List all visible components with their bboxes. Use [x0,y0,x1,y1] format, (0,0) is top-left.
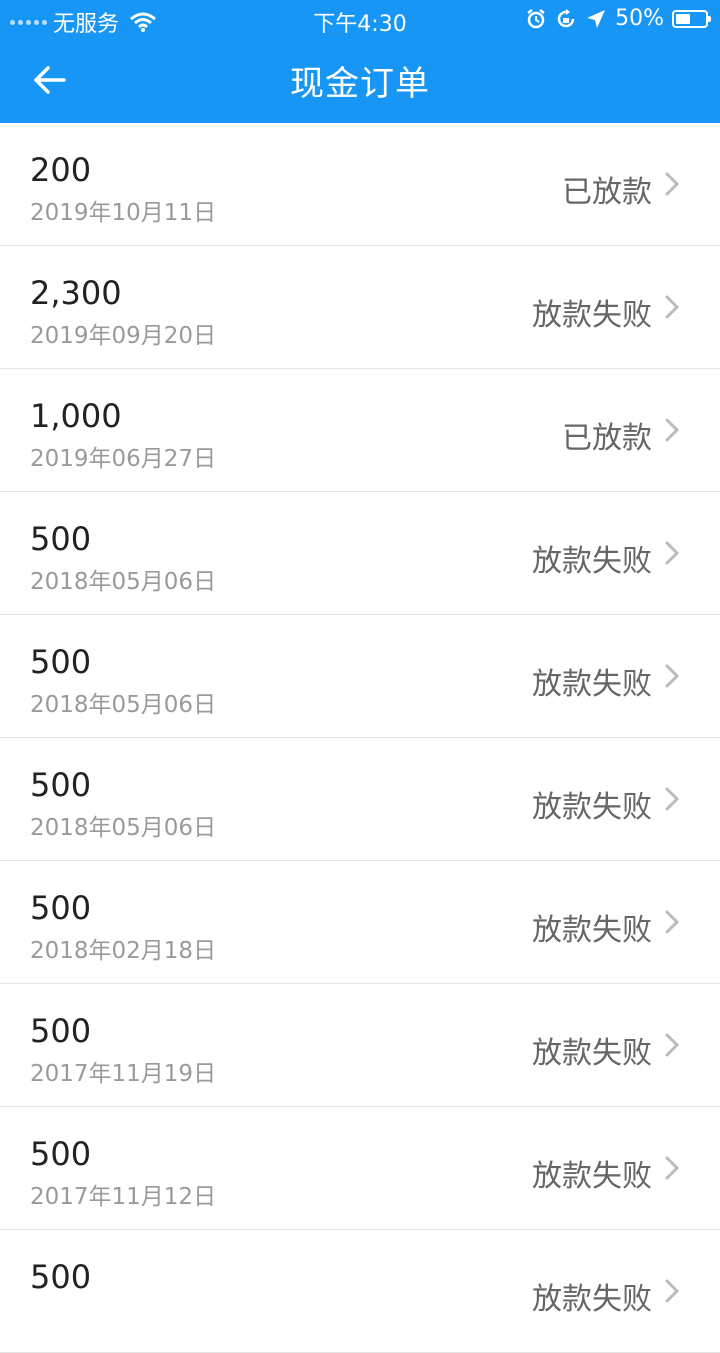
chevron-right-icon [665,664,680,688]
order-status: 已放款 [562,421,652,456]
battery-fill [676,13,690,24]
order-row[interactable]: 500 放款失败 [0,1230,720,1353]
order-row[interactable]: 500 2018年05月06日 放款失败 [0,615,720,738]
order-row[interactable]: 500 2017年11月12日 放款失败 [0,1107,720,1230]
order-amount: 200 [30,151,92,189]
order-row[interactable]: 500 2018年05月06日 放款失败 [0,738,720,861]
chevron-right-icon [665,1156,680,1180]
order-row[interactable]: 500 2018年02月18日 放款失败 [0,861,720,984]
order-amount: 1,000 [30,397,122,435]
order-status: 放款失败 [532,1159,652,1194]
order-status: 放款失败 [532,298,652,333]
chevron-right-icon [665,172,680,196]
rotation-lock-icon [557,8,575,27]
chevron-right-icon [665,295,680,319]
order-status: 放款失败 [532,790,652,825]
order-row[interactable]: 500 2017年11月19日 放款失败 [0,984,720,1107]
order-date: 2018年05月06日 [30,815,217,841]
order-amount: 500 [30,1258,92,1296]
alarm-icon [527,8,545,28]
order-status: 已放款 [562,175,652,210]
order-status: 放款失败 [532,667,652,702]
chevron-right-icon [665,1279,680,1303]
nav-bar: 现金订单 [0,38,720,123]
order-amount: 500 [30,520,92,558]
order-status: 放款失败 [532,913,652,948]
order-status: 放款失败 [532,1282,652,1317]
chevron-right-icon [665,1033,680,1057]
chevron-right-icon [665,787,680,811]
order-amount: 500 [30,1012,92,1050]
chevron-right-icon [665,910,680,934]
order-date: 2018年02月18日 [30,938,217,964]
order-amount: 2,300 [30,274,122,312]
order-row[interactable]: 200 2019年10月11日 已放款 [0,123,720,246]
order-date: 2019年10月11日 [30,200,217,226]
order-amount: 500 [30,889,92,927]
order-date: 2017年11月19日 [30,1061,217,1087]
order-date: 2018年05月06日 [30,692,217,718]
battery-icon [672,9,711,28]
chevron-right-icon [665,541,680,565]
order-list: 200 2019年10月11日 已放款 2,300 2019年09月20日 放款失败 1,0… [0,123,720,1353]
order-status: 放款失败 [532,544,652,579]
order-amount: 500 [30,766,92,804]
order-amount: 500 [30,1135,92,1173]
order-date: 2019年06月27日 [30,446,217,472]
chevron-right-icon [665,418,680,442]
status-bar: 无服务 下午4:30 50% [0,0,720,38]
battery-percent: 50% [615,6,664,31]
location-icon [587,9,606,28]
status-right: 50% [525,6,711,31]
page-title: 现金订单 [290,64,430,104]
order-date: 2017年11月12日 [30,1184,217,1210]
order-status: 放款失败 [532,1036,652,1071]
order-row[interactable]: 1,000 2019年06月27日 已放款 [0,369,720,492]
order-date: 2019年09月20日 [30,323,217,349]
top-bar: 无服务 下午4:30 50% 现金订单 [0,0,720,123]
order-date: 2018年05月06日 [30,569,217,595]
order-row[interactable]: 2,300 2019年09月20日 放款失败 [0,246,720,369]
order-row[interactable]: 500 2018年05月06日 放款失败 [0,492,720,615]
order-amount: 500 [30,643,92,681]
